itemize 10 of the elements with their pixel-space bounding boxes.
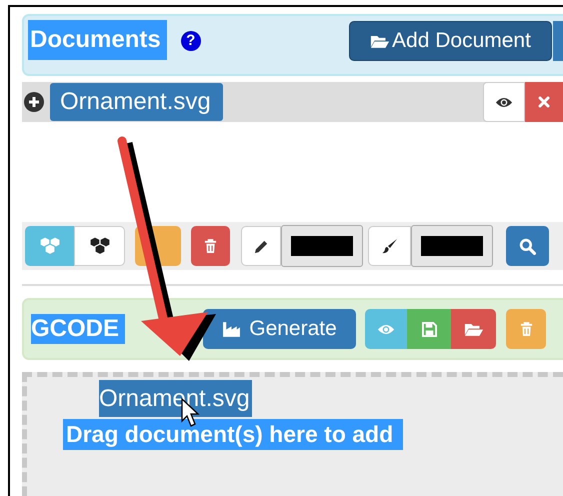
panel-title: GCODE (31, 314, 126, 344)
document-name[interactable]: Ornament.svg (50, 83, 223, 121)
document-row[interactable]: Ornament.svg (22, 82, 563, 122)
drop-zone[interactable]: Ornament.svg Drag document(s) here to add (22, 372, 563, 496)
panel-title: Documents (28, 20, 167, 60)
add-document-button[interactable]: Add Document (349, 21, 552, 61)
help-icon[interactable]: ? (180, 31, 201, 51)
generate-button[interactable]: Generate (203, 309, 356, 349)
drop-hint: Drag document(s) here to add (63, 419, 404, 450)
dragged-document: Ornament.svg (99, 380, 252, 417)
